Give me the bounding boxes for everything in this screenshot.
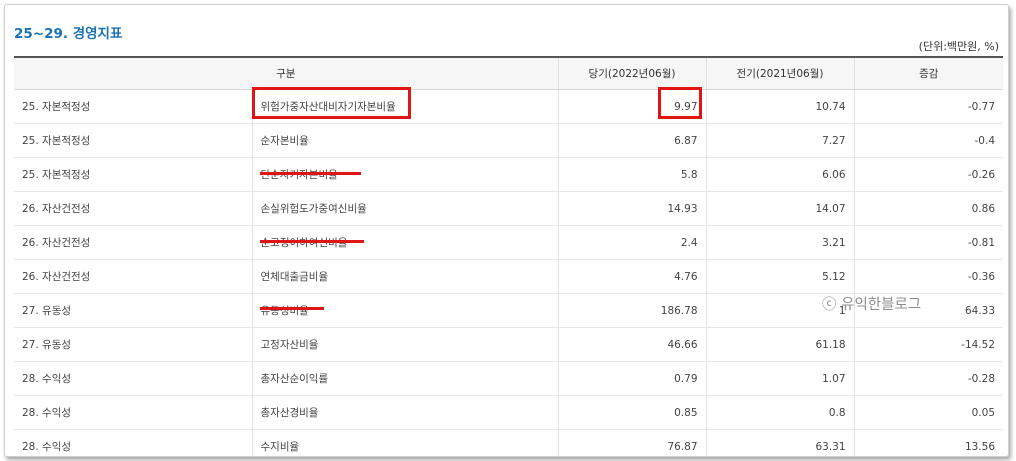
row-item: 총자산경비율 [251, 395, 559, 430]
row-previous-value: 5.12 [705, 259, 855, 294]
row-current-value: 6.87 [557, 123, 707, 158]
report-panel: 25~29. 경영지표 (단위:백만원, %) 구분 당기(2022년06월) … [4, 4, 1009, 457]
highlight-box-item [252, 87, 411, 119]
row-previous-value: 6.06 [705, 157, 855, 192]
table-row: 26. 자산건전성 손실위험도가중여신비율 14.93 14.07 0.86 [14, 191, 1004, 226]
row-category: 28. 수익성 [14, 361, 252, 396]
row-previous-value: 3.21 [705, 225, 855, 260]
row-category: 28. 수익성 [14, 429, 252, 456]
row-change-value: 13.56 [853, 429, 1004, 456]
row-category: 28. 수익성 [14, 395, 252, 430]
row-category: 27. 유동성 [14, 293, 252, 328]
row-category: 25. 자본적정성 [14, 89, 252, 124]
row-change-value: -0.36 [853, 259, 1004, 294]
table-row: 26. 자산건전성 연체대출금비율 4.76 5.12 -0.36 [14, 259, 1004, 294]
row-current-value: 2.4 [557, 225, 707, 260]
row-previous-value: 0.8 [705, 395, 855, 430]
header-previous: 전기(2021년06월) [705, 56, 855, 90]
row-change-value: 0.05 [853, 395, 1004, 430]
row-current-value: 186.78 [557, 293, 707, 328]
row-current-value: 76.87 [557, 429, 707, 456]
row-item: 유동성비율 [251, 293, 559, 328]
row-item: 수지비율 [251, 429, 559, 456]
row-current-value: 5.8 [557, 157, 707, 192]
row-change-value: -0.81 [853, 225, 1004, 260]
header-category: 구분 [14, 56, 559, 90]
row-current-value: 0.79 [557, 361, 707, 396]
header-current: 당기(2022년06월) [557, 56, 707, 90]
row-change-value: -0.77 [853, 89, 1004, 124]
row-item: 손실위험도가중여신비율 [251, 191, 559, 226]
row-current-value: 46.66 [557, 327, 707, 362]
row-change-value: -0.28 [853, 361, 1004, 396]
row-current-value: 14.93 [557, 191, 707, 226]
row-category: 26. 자산건전성 [14, 259, 252, 294]
row-change-value: -0.26 [853, 157, 1004, 192]
table-row: 26. 자산건전성 순고정이하여신비율 2.4 3.21 -0.81 [14, 225, 1004, 260]
row-previous-value: 63.31 [705, 429, 855, 456]
row-change-value: -0.4 [853, 123, 1004, 158]
unit-label: (단위:백만원, %) [918, 40, 999, 53]
table-row: 25. 자본적정성 순자본비율 6.87 7.27 -0.4 [14, 123, 1004, 158]
table-row: 25. 자본적정성 위험가중자산대비자기자본비율 9.97 10.74 -0.77 [14, 89, 1004, 124]
section-title: 25~29. 경영지표 [14, 26, 123, 42]
row-item: 순자본비율 [251, 123, 559, 158]
row-category: 26. 자산건전성 [14, 191, 252, 226]
watermark: ⓒ 유익한블로그 [822, 297, 922, 313]
row-previous-value: 14.07 [705, 191, 855, 226]
row-category: 25. 자본적정성 [14, 157, 252, 192]
table-row: 28. 수익성 총자산경비율 0.85 0.8 0.05 [14, 395, 1004, 430]
row-current-value: 0.85 [557, 395, 707, 430]
row-item: 고정자산비율 [251, 327, 559, 362]
indicator-table: 구분 당기(2022년06월) 전기(2021년06월) 증감 25. 자본적정… [14, 56, 1004, 456]
row-change-value: -14.52 [853, 327, 1004, 362]
row-item: 연체대출금비율 [251, 259, 559, 294]
row-previous-value: 1.07 [705, 361, 855, 396]
row-previous-value: 61.18 [705, 327, 855, 362]
underline-simple-capital [260, 172, 361, 175]
table-row: 28. 수익성 수지비율 76.87 63.31 13.56 [14, 429, 1004, 456]
underline-net-npl [260, 240, 364, 243]
row-category: 26. 자산건전성 [14, 225, 252, 260]
underline-liquidity [260, 307, 324, 310]
row-category: 25. 자본적정성 [14, 123, 252, 158]
highlight-box-value [658, 87, 702, 119]
row-previous-value: 10.74 [705, 89, 855, 124]
table-row: 27. 유동성 고정자산비율 46.66 61.18 -14.52 [14, 327, 1004, 362]
table-row: 28. 수익성 총자산순이익률 0.79 1.07 -0.28 [14, 361, 1004, 396]
row-category: 27. 유동성 [14, 327, 252, 362]
header-change: 증감 [853, 56, 1004, 90]
row-previous-value: 7.27 [705, 123, 855, 158]
row-item: 총자산순이익률 [251, 361, 559, 396]
table-row: 25. 자본적정성 단순자기자본비율 5.8 6.06 -0.26 [14, 157, 1004, 192]
row-current-value: 4.76 [557, 259, 707, 294]
table-header-row: 구분 당기(2022년06월) 전기(2021년06월) 증감 [14, 56, 1004, 90]
row-change-value: 0.86 [853, 191, 1004, 226]
